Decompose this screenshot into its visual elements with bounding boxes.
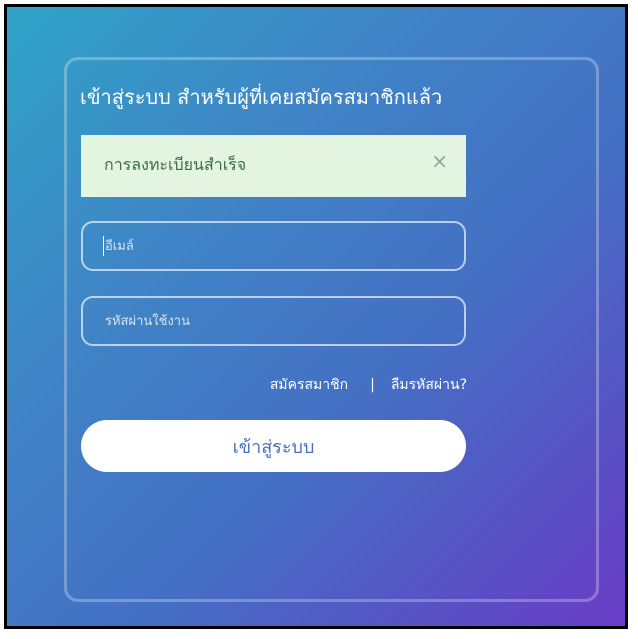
text-cursor (103, 236, 104, 256)
link-separator: | (370, 377, 375, 393)
password-field[interactable] (81, 296, 466, 346)
close-icon[interactable]: × (431, 149, 448, 173)
success-alert: การลงทะเบียนสำเร็จ × (81, 135, 466, 197)
alert-message: การลงทะเบียนสำเร็จ (104, 155, 247, 174)
login-screen: เข้าสู่ระบบ สำหรับผู้ที่เคยสมัครสมาชิกแล… (4, 4, 628, 629)
login-button[interactable]: เข้าสู่ระบบ (81, 420, 466, 472)
page-title: เข้าสู่ระบบ สำหรับผู้ที่เคยสมัครสมาชิกแล… (80, 85, 443, 109)
register-link[interactable]: สมัครสมาชิก (270, 377, 348, 393)
forgot-password-link[interactable]: ลืมรหัสผ่าน? (391, 377, 467, 393)
email-field[interactable] (81, 221, 466, 271)
account-links: สมัครสมาชิก | ลืมรหัสผ่าน? (227, 375, 467, 399)
